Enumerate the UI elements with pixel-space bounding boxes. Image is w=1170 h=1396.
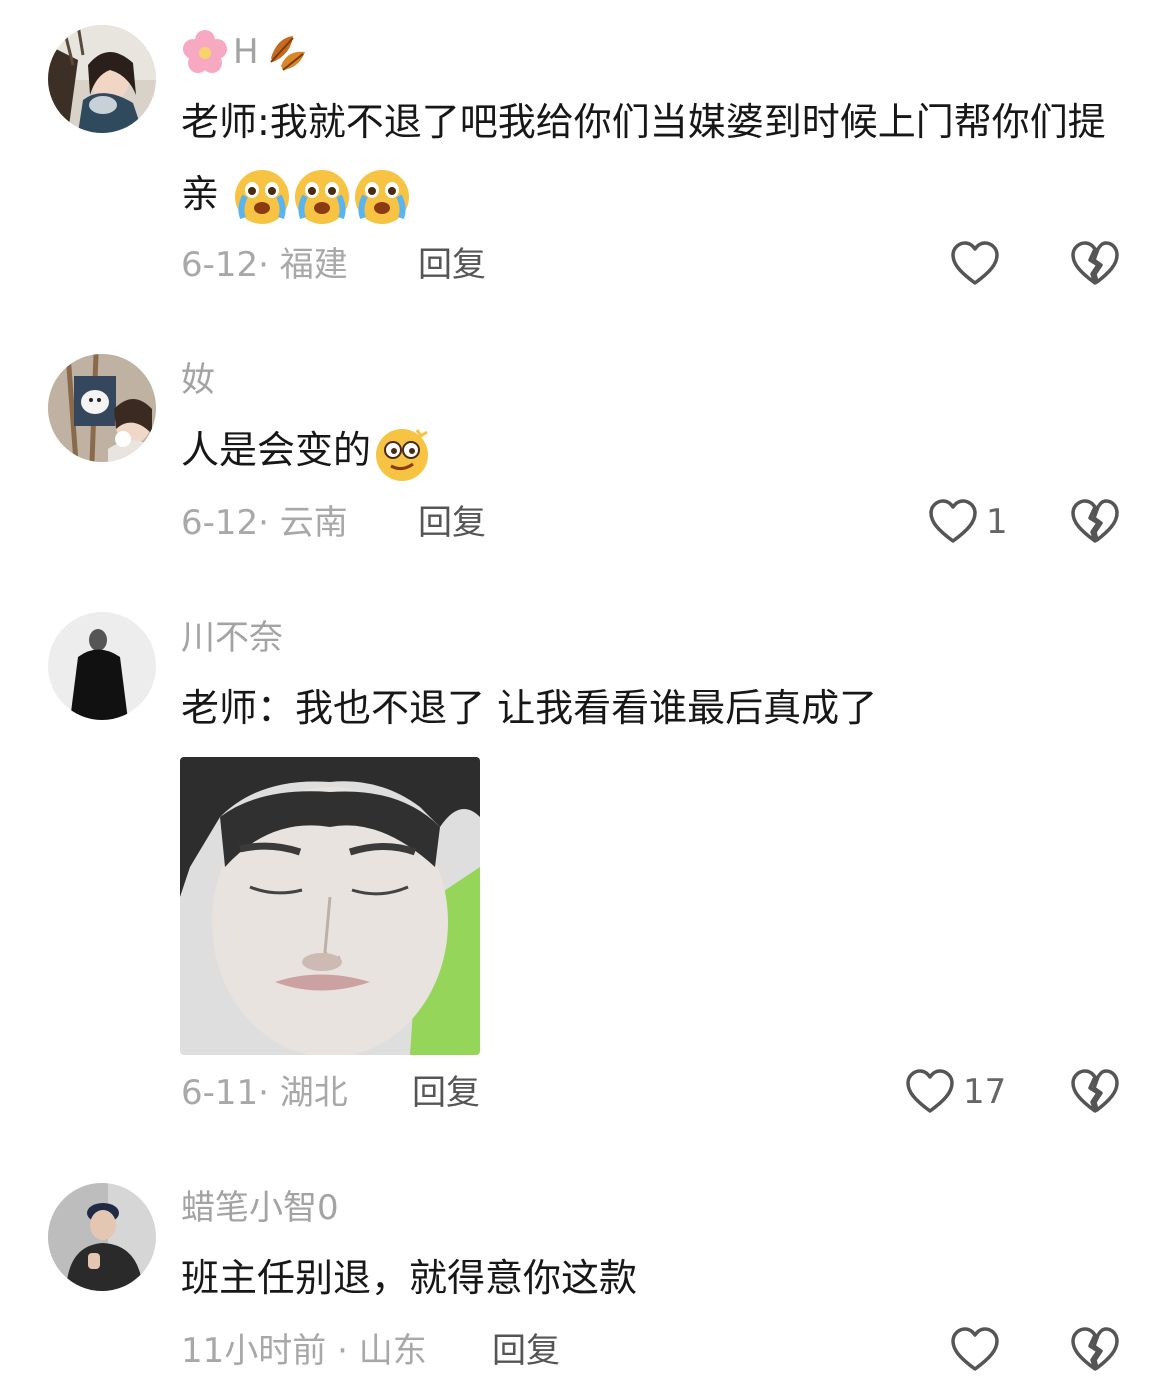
like-count: 17 bbox=[963, 1072, 1007, 1112]
avatar[interactable] bbox=[48, 1183, 156, 1291]
comment-location: 湖北 bbox=[279, 1073, 348, 1113]
comment-location: 云南 bbox=[279, 503, 348, 543]
comment-text: 老师:我就不退了吧我给你们当媒婆到时候上门帮你们提亲 bbox=[181, 86, 1131, 230]
crying-face-emoji bbox=[353, 168, 411, 226]
meme-image[interactable] bbox=[180, 757, 480, 1055]
dislike-button[interactable] bbox=[1070, 498, 1120, 546]
broken-heart-icon bbox=[1071, 1327, 1119, 1371]
reply-button[interactable]: 回复 bbox=[418, 503, 486, 543]
heart-outline-icon bbox=[929, 499, 977, 543]
broken-heart-icon bbox=[1071, 499, 1119, 543]
heart-outline-icon bbox=[951, 241, 999, 285]
username[interactable]: 奻 bbox=[181, 360, 215, 400]
like-button[interactable]: 1 bbox=[928, 498, 1008, 546]
comment-location: 山东 bbox=[358, 1331, 427, 1371]
avatar[interactable] bbox=[48, 25, 156, 133]
reply-button[interactable]: 回复 bbox=[418, 245, 486, 285]
comment-location: 福建 bbox=[279, 245, 348, 285]
comment-meta: 6-12· 云南 bbox=[181, 503, 348, 543]
like-button[interactable] bbox=[950, 1326, 1008, 1374]
comment-meta: 6-12· 福建 bbox=[181, 245, 348, 285]
comment-text-content: 人是会变的 bbox=[181, 428, 372, 472]
dizzy-face-emoji bbox=[373, 424, 431, 482]
flower-icon bbox=[183, 30, 227, 73]
like-button[interactable]: 17 bbox=[905, 1068, 1006, 1116]
comment-date: 6-12 bbox=[181, 245, 259, 285]
crying-face-emoji bbox=[233, 168, 291, 226]
username-text: H bbox=[233, 32, 259, 72]
comment-date: 11小时前 bbox=[181, 1331, 327, 1371]
heart-outline-icon bbox=[906, 1069, 954, 1113]
comment-meta: 11小时前 · 山东 bbox=[181, 1331, 427, 1371]
comment-text: 人是会变的 bbox=[181, 414, 1131, 486]
dislike-button[interactable] bbox=[1070, 240, 1120, 288]
autumn-leaf-icon bbox=[269, 36, 305, 71]
like-button[interactable] bbox=[950, 240, 1008, 288]
broken-heart-icon bbox=[1071, 1069, 1119, 1113]
crying-face-emoji bbox=[293, 168, 351, 226]
broken-heart-icon bbox=[1071, 241, 1119, 285]
username[interactable]: 蜡笔小智0 bbox=[181, 1188, 339, 1228]
comment-text: 老师：我也不退了 让我看看谁最后真成了 bbox=[181, 686, 878, 730]
comment-meta: 6-11· 湖北 bbox=[181, 1073, 348, 1113]
reply-button[interactable]: 回复 bbox=[412, 1073, 480, 1113]
reply-button[interactable]: 回复 bbox=[492, 1331, 560, 1371]
username[interactable]: H bbox=[181, 28, 311, 76]
like-count: 1 bbox=[986, 502, 1008, 542]
username[interactable]: 川不奈 bbox=[181, 618, 283, 658]
avatar[interactable] bbox=[48, 354, 156, 462]
heart-outline-icon bbox=[951, 1327, 999, 1371]
comment-date: 6-11 bbox=[181, 1073, 259, 1113]
comment-text: 班主任别退，就得意你这款 bbox=[181, 1256, 638, 1300]
comment-date: 6-12 bbox=[181, 503, 259, 543]
avatar[interactable] bbox=[48, 612, 156, 720]
dislike-button[interactable] bbox=[1070, 1326, 1120, 1374]
dislike-button[interactable] bbox=[1070, 1068, 1120, 1116]
